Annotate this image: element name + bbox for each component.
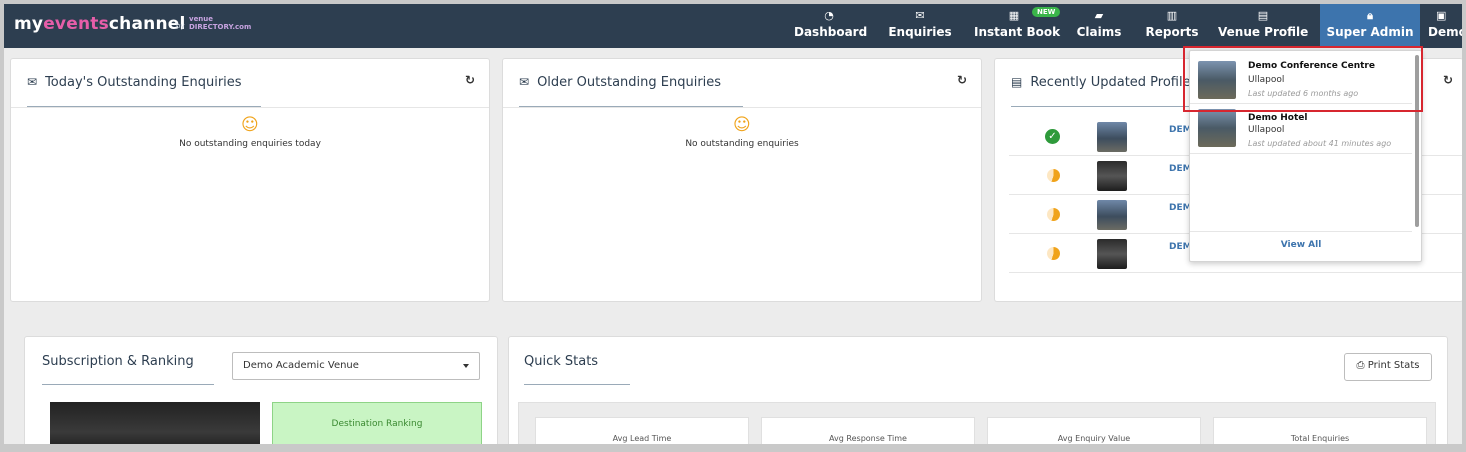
top-navbar: myeventschannel by venue DIRECTORY.com ◔… bbox=[4, 4, 1462, 48]
subscription-title: Subscription & Ranking bbox=[42, 354, 194, 369]
venue-image bbox=[50, 402, 260, 444]
logo-my: my bbox=[14, 14, 44, 34]
divider bbox=[503, 107, 981, 108]
nav-claims[interactable]: ▰ Claims bbox=[1076, 4, 1122, 48]
stat-card: Avg Response Time bbox=[761, 417, 975, 444]
smile-icon: ☺ bbox=[241, 115, 259, 135]
app-frame: myeventschannel by venue DIRECTORY.com ◔… bbox=[4, 4, 1462, 444]
title-underline bbox=[524, 384, 630, 385]
logo-channel: channel bbox=[108, 14, 186, 34]
title-underline bbox=[42, 384, 214, 385]
venue-thumbnail bbox=[1198, 109, 1236, 147]
nav-claims-label: Claims bbox=[1076, 25, 1122, 39]
partial-progress-icon bbox=[1047, 169, 1060, 182]
stat-card: Avg Enquiry Value bbox=[987, 417, 1201, 444]
older-enquiries-title: ✉ Older Outstanding Enquiries bbox=[519, 75, 722, 90]
todays-enquiries-title: ✉ Today's Outstanding Enquiries bbox=[27, 75, 242, 90]
empty-message: No outstanding enquiries today bbox=[179, 139, 321, 149]
refresh-icon[interactable]: ↻ bbox=[1443, 73, 1453, 87]
lock-icon: 🔒︎ bbox=[1367, 9, 1373, 22]
calendar-icon: ▦ bbox=[1008, 9, 1020, 22]
venue-directory-logo: venue DIRECTORY.com bbox=[189, 15, 252, 31]
smile-icon: ☺ bbox=[733, 115, 751, 135]
venue-thumbnail bbox=[1097, 200, 1127, 230]
highlight-box bbox=[1183, 46, 1423, 112]
nav-instant-book[interactable]: ▦ NEW Instant Book bbox=[974, 4, 1061, 48]
stat-label: Avg Lead Time bbox=[612, 434, 672, 443]
nav-enquiries-label: Enquiries bbox=[888, 25, 952, 39]
stats-container: Avg Lead Time Avg Response Time Avg Enqu… bbox=[518, 402, 1436, 444]
stat-label: Avg Response Time bbox=[829, 434, 907, 443]
app-logo[interactable]: myeventschannel bbox=[14, 14, 186, 34]
nav-demo[interactable]: ▣ Demo bbox=[1428, 4, 1462, 48]
nav-venue-profile[interactable]: ▤ Venue Profile bbox=[1218, 4, 1308, 48]
new-badge: NEW bbox=[1032, 7, 1061, 17]
partial-progress-icon bbox=[1047, 247, 1060, 260]
todays-enquiries-panel: ✉ Today's Outstanding Enquiries ↻ ☺ No ou… bbox=[10, 58, 490, 302]
destination-ranking-box: Destination Ranking bbox=[272, 402, 482, 444]
recently-updated-title: ▤ Recently Updated Profiles bbox=[1011, 75, 1198, 90]
nav-reports-label: Reports bbox=[1145, 25, 1199, 39]
older-enquiries-panel: ✉ Older Outstanding Enquiries ↻ ☺ No outs… bbox=[502, 58, 982, 302]
envelope-icon: ✉ bbox=[915, 9, 925, 22]
logo-by: by bbox=[176, 22, 185, 30]
refresh-icon[interactable]: ↻ bbox=[465, 73, 475, 87]
destination-ranking-label: Destination Ranking bbox=[331, 419, 423, 429]
caret-down-icon bbox=[463, 364, 469, 368]
venue-select[interactable]: Demo Academic Venue bbox=[232, 352, 480, 380]
nav-venue-profile-label: Venue Profile bbox=[1218, 25, 1309, 39]
stat-card: Total Enquiries bbox=[1213, 417, 1427, 444]
envelope-icon: ✉ bbox=[519, 75, 530, 89]
nav-demo-label: Demo bbox=[1428, 25, 1462, 39]
nav-super-admin-label: Super Admin bbox=[1326, 25, 1414, 39]
logo-events: events bbox=[43, 14, 109, 34]
print-stats-button[interactable]: ⎙ Print Stats bbox=[1344, 353, 1432, 381]
nav-dashboard-label: Dashboard bbox=[794, 25, 868, 39]
check-circle-icon: ✓ bbox=[1045, 129, 1060, 144]
building-icon: ▤ bbox=[1257, 9, 1269, 22]
stat-card: Avg Lead Time bbox=[535, 417, 749, 444]
envelope-icon: ✉ bbox=[27, 75, 38, 89]
venue-thumbnail bbox=[1097, 239, 1127, 269]
refresh-icon[interactable]: ↻ bbox=[957, 73, 967, 87]
quick-stats-title: Quick Stats bbox=[524, 354, 599, 369]
nav-dashboard[interactable]: ◔ Dashboard bbox=[794, 4, 868, 48]
ticket-icon: ▰ bbox=[1094, 9, 1104, 22]
printer-icon: ⎙ bbox=[1356, 360, 1365, 371]
bar-chart-icon: ▥ bbox=[1166, 9, 1178, 22]
venue-thumbnail bbox=[1097, 122, 1127, 152]
title-underline bbox=[1011, 106, 1191, 107]
stat-label: Avg Enquiry Value bbox=[1057, 434, 1131, 443]
view-all-link[interactable]: View All bbox=[1190, 231, 1412, 260]
nav-reports[interactable]: ▥ Reports bbox=[1144, 4, 1200, 48]
empty-message: No outstanding enquiries bbox=[685, 139, 799, 149]
venue-thumbnail bbox=[1097, 161, 1127, 191]
user-icon: ▣ bbox=[1436, 9, 1447, 22]
partial-progress-icon bbox=[1047, 208, 1060, 221]
nav-instant-book-label: Instant Book bbox=[974, 25, 1061, 39]
divider bbox=[11, 107, 489, 108]
nav-enquiries[interactable]: ✉ Enquiries bbox=[888, 4, 952, 48]
dashboard-icon: ◔ bbox=[824, 9, 834, 22]
stat-label: Total Enquiries bbox=[1290, 434, 1350, 443]
building-icon: ▤ bbox=[1011, 75, 1023, 89]
nav-super-admin[interactable]: 🔒︎ Super Admin bbox=[1320, 4, 1420, 48]
